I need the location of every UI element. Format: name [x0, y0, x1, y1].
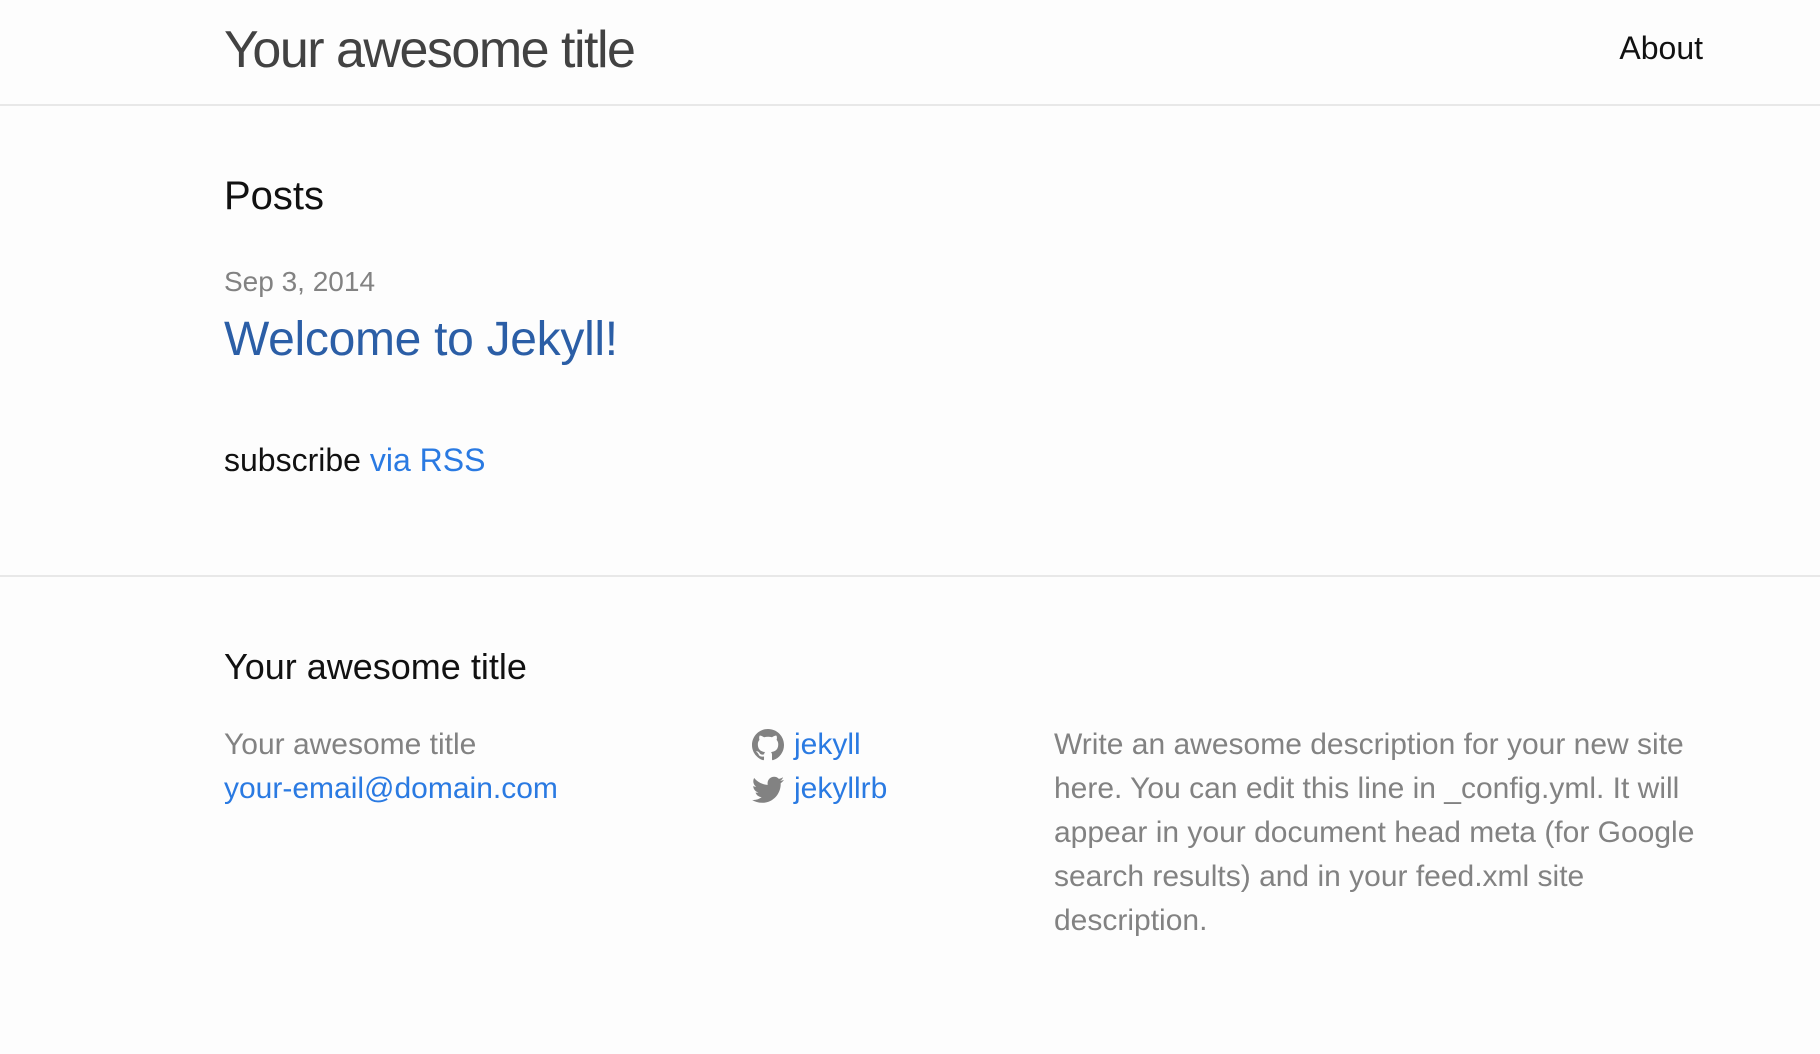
- page-heading: Posts: [224, 174, 325, 218]
- nav-about-link[interactable]: About: [1619, 28, 1703, 68]
- footer-email-link[interactable]: your-email@domain.com: [224, 767, 558, 811]
- footer-contact-name: Your awesome title: [224, 728, 477, 761]
- github-username-link[interactable]: jekyll: [794, 723, 861, 767]
- rss-prefix: subscribe: [224, 442, 361, 478]
- rss-link[interactable]: via RSS: [370, 442, 486, 478]
- post-date: Sep 3, 2014: [224, 266, 376, 297]
- rss-subscribe: subscribe via RSS: [224, 440, 485, 480]
- footer-heading: Your awesome title: [224, 646, 527, 687]
- footer-contact-column: Your awesome title your-email@domain.com: [224, 723, 558, 811]
- twitter-icon: [752, 773, 784, 805]
- site-header: Your awesome title About: [0, 0, 1820, 106]
- site-footer: Your awesome title Your awesome title yo…: [0, 575, 1820, 1054]
- twitter-username-link[interactable]: jekyllrb: [794, 767, 887, 811]
- github-icon: [752, 729, 784, 761]
- footer-description-column: Write an awesome description for your ne…: [1054, 723, 1714, 943]
- footer-social-column: jekyll jekyllrb: [752, 723, 887, 811]
- github-row: jekyll: [752, 723, 887, 767]
- site-title-link[interactable]: Your awesome title: [224, 18, 636, 82]
- site-description: Write an awesome description for your ne…: [1054, 728, 1695, 937]
- post-title-link[interactable]: Welcome to Jekyll!: [224, 310, 618, 370]
- twitter-row: jekyllrb: [752, 767, 887, 811]
